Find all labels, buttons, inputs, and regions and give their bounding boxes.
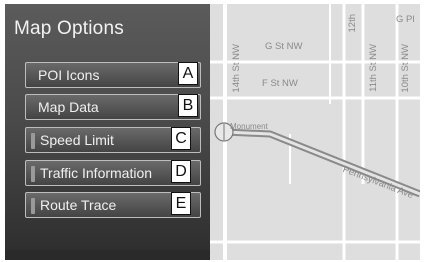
speed-limit-label: Speed Limit — [40, 132, 114, 148]
panel-bottom-bar — [5, 250, 210, 260]
toggle-indicator — [31, 133, 35, 149]
map-label-10th-st: 10th St NW — [400, 44, 411, 93]
map-streets — [210, 4, 420, 260]
map-label-14th-st: 14th St NW — [231, 44, 242, 93]
poi-icons-label: POI Icons — [38, 67, 100, 83]
map-label-f-st: F St NW — [262, 78, 298, 89]
callout-tag-d: D — [171, 160, 191, 183]
map-options-panel: Map Options POI Icons A Map Data B Speed… — [5, 4, 210, 260]
map-label-monument: Monument — [230, 122, 268, 131]
map-label-g-st: G St NW — [265, 41, 303, 52]
traffic-information-label: Traffic Information — [40, 165, 153, 181]
route-trace-label: Route Trace — [40, 197, 117, 213]
map-view[interactable]: G St NW F St NW 14th St NW 11th St NW 10… — [210, 4, 420, 260]
poi-icons-button[interactable]: POI Icons — [25, 62, 201, 88]
toggle-indicator — [31, 166, 35, 182]
map-data-label: Map Data — [38, 99, 99, 115]
map-label-12th-st: 12th — [347, 14, 358, 33]
callout-tag-b: B — [178, 94, 198, 117]
callout-tag-e: E — [171, 192, 191, 215]
callout-tag-c: C — [171, 127, 191, 150]
map-data-button[interactable]: Map Data — [25, 94, 201, 120]
panel-title: Map Options — [14, 18, 124, 39]
map-label-g-pl: G Pl — [396, 14, 415, 25]
toggle-indicator — [31, 198, 35, 214]
screen-frame: G St NW F St NW 14th St NW 11th St NW 10… — [5, 4, 420, 260]
map-label-11th-st: 11th St NW — [368, 44, 379, 92]
callout-tag-a: A — [178, 62, 198, 85]
